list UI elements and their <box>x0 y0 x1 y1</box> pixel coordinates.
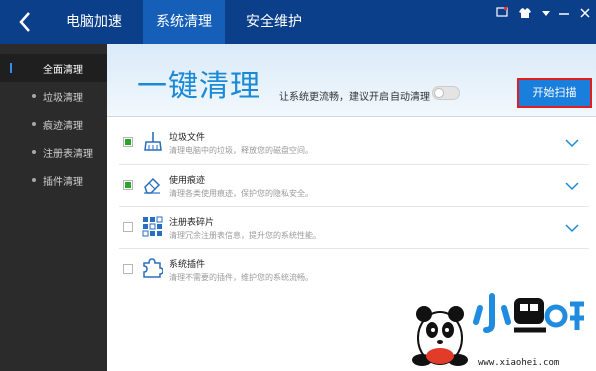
row-title: 垃圾文件 <box>169 133 206 143</box>
row-title: 使用痕迹 <box>169 176 206 186</box>
bullet-icon <box>32 178 36 182</box>
sidebar-item-label: 插件清理 <box>43 177 83 188</box>
menu-icon[interactable] <box>539 6 553 20</box>
row-description: 清理各类使用痕迹，保护您的隐私安全。 <box>169 189 313 198</box>
sidebar-item-label: 注册表清理 <box>43 149 93 160</box>
watermark-url: www.xiaohei.com <box>478 358 560 368</box>
bullet-icon <box>32 94 36 98</box>
minimize-icon[interactable] <box>557 6 571 20</box>
bullet-icon <box>32 122 36 126</box>
auto-clean-toggle[interactable] <box>432 86 460 100</box>
row-description: 清理冗余注册表信息，提升您的系统性能。 <box>169 231 321 240</box>
sidebar-item-junk-clean[interactable]: 垃圾清理 <box>0 82 107 110</box>
header-subtitle: 让系统更流畅，建议开启 <box>279 92 389 103</box>
back-arrow-icon[interactable] <box>12 8 40 36</box>
chevron-down-icon[interactable] <box>564 219 580 233</box>
registry-grid-icon <box>141 215 163 237</box>
tab-security[interactable]: 安全维护 <box>236 0 312 44</box>
sidebar-item-full-clean[interactable]: 全面清理 <box>0 54 107 82</box>
row-description: 清理电脑中的垃圾，释放您的磁盘空间。 <box>169 146 313 155</box>
usage-traces-checkbox[interactable] <box>123 180 133 190</box>
list-item-usage-traces: 使用痕迹 清理各类使用痕迹，保护您的隐私安全。 <box>119 165 589 207</box>
close-icon[interactable] <box>578 6 592 20</box>
header-divider <box>107 116 596 117</box>
list-item-junk-files: 垃圾文件 清理电脑中的垃圾，释放您的磁盘空间。 <box>119 122 589 164</box>
bullet-icon <box>32 150 36 154</box>
registry-fragments-checkbox[interactable] <box>123 222 133 232</box>
list-item-registry-fragments: 注册表碎片 清理冗余注册表信息，提升您的系统性能。 <box>119 207 589 249</box>
sidebar: 全面清理 垃圾清理 痕迹清理 注册表清理 插件清理 <box>0 44 107 371</box>
broom-icon <box>141 130 163 152</box>
tab-system-clean[interactable]: 系统清理 <box>143 0 225 44</box>
row-title: 系统插件 <box>169 260 206 270</box>
sidebar-item-label: 垃圾清理 <box>43 93 83 104</box>
page-title: 一键清理 <box>137 69 261 104</box>
notification-icon[interactable] <box>495 6 509 20</box>
shirt-icon[interactable] <box>518 6 532 20</box>
top-navigation-bar: 电脑加速 系统清理 安全维护 <box>0 0 596 44</box>
sidebar-item-trace-clean[interactable]: 痕迹清理 <box>0 110 107 138</box>
sidebar-item-plugin-clean[interactable]: 插件清理 <box>0 166 107 194</box>
list-item-system-plugins: 系统插件 清理不需要的插件，维护您的系统流畅。 <box>119 249 589 291</box>
auto-clean-label: 自动清理 <box>390 92 430 103</box>
row-title: 注册表碎片 <box>169 218 215 228</box>
toggle-knob <box>434 88 444 98</box>
chevron-down-icon[interactable] <box>564 134 580 148</box>
sidebar-item-registry-clean[interactable]: 注册表清理 <box>0 138 107 166</box>
puzzle-icon <box>141 257 164 279</box>
system-plugins-checkbox[interactable] <box>123 264 133 274</box>
tab-pc-speedup[interactable]: 电脑加速 <box>56 0 132 44</box>
eraser-icon <box>141 173 163 195</box>
active-marker-icon <box>10 63 22 73</box>
row-description: 清理不需要的插件，维护您的系统流畅。 <box>169 273 313 282</box>
start-scan-button[interactable]: 开始扫描 <box>517 78 592 108</box>
sidebar-item-label: 全面清理 <box>43 65 83 76</box>
chevron-down-icon[interactable] <box>564 177 580 191</box>
junk-files-checkbox[interactable] <box>123 137 133 147</box>
sidebar-item-label: 痕迹清理 <box>43 121 83 132</box>
